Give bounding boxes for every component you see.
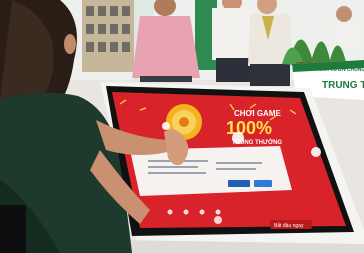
scene-svg: NHÀ VƯỜN CHUNG TRUNG T CHƠI GAME 100% TR… <box>0 0 364 253</box>
kiosk-photo: NHÀ VƯỜN CHUNG TRUNG T CHƠI GAME 100% TR… <box>0 0 364 253</box>
sign-large-text: TRUNG T <box>322 80 364 91</box>
sign-small-text: NHÀ VƯỜN CHUNG <box>318 65 364 73</box>
start-button-label: Bắt đầu ngay <box>274 222 304 229</box>
panel-blue-button <box>228 180 250 187</box>
banner-line1: CHƠI GAME <box>234 109 281 118</box>
panel-blue-button-2 <box>254 180 272 187</box>
bag-strap <box>0 205 26 253</box>
